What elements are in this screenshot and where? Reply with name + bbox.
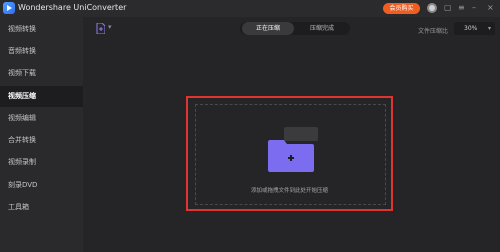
tab-compressing[interactable]: 正在压缩 (242, 22, 294, 35)
sidebar-item-burn-dvd[interactable]: 刻录DVD (0, 175, 83, 196)
minimize-icon[interactable]: – (472, 3, 476, 13)
compression-ratio-select[interactable]: 30% ▾ (454, 22, 495, 35)
sidebar: 视频转换 音频转换 视频下载 视频压缩 视频编辑 合并转换 视频录制 刻录DVD… (0, 17, 83, 252)
sidebar-item-toolbox[interactable]: 工具箱 (0, 197, 83, 218)
add-folder-icon[interactable] (268, 140, 314, 172)
gift-icon[interactable]: ▢ (444, 3, 452, 13)
sidebar-item-record[interactable]: 视频录制 (0, 152, 83, 173)
add-file-dropdown-icon[interactable]: ▾ (108, 23, 112, 31)
drop-hint: 添加或拖拽文件到此处开始压缩 (250, 188, 328, 194)
compression-ratio-label: 文件压缩比 (418, 28, 449, 35)
status-tabs: 正在压缩 压缩完成 (240, 22, 350, 35)
close-icon[interactable]: × (487, 3, 494, 13)
folder-back-icon (284, 127, 318, 141)
add-file-icon[interactable] (96, 23, 105, 34)
sidebar-item-video-convert[interactable]: 视频转换 (0, 19, 83, 40)
title-bar: Wondershare UniConverter 会员购买 ▢ ≡ – × (0, 0, 500, 17)
avatar-icon[interactable] (427, 3, 437, 13)
chevron-down-icon: ▾ (487, 25, 491, 32)
sidebar-item-video-download[interactable]: 视频下载 (0, 63, 83, 84)
sidebar-item-audio-convert[interactable]: 音频转换 (0, 41, 83, 62)
tab-compressed[interactable]: 压缩完成 (296, 22, 348, 35)
member-purchase-button[interactable]: 会员购买 (383, 3, 420, 14)
menu-icon[interactable]: ≡ (458, 3, 465, 13)
sidebar-item-merge[interactable]: 合并转换 (0, 130, 83, 151)
logo-icon (3, 2, 15, 14)
compression-ratio-value: 30% (464, 25, 478, 32)
app-title: Wondershare UniConverter (18, 3, 127, 12)
sidebar-item-video-compress[interactable]: 视频压缩 (0, 86, 83, 107)
sidebar-item-video-edit[interactable]: 视频编辑 (0, 108, 83, 129)
